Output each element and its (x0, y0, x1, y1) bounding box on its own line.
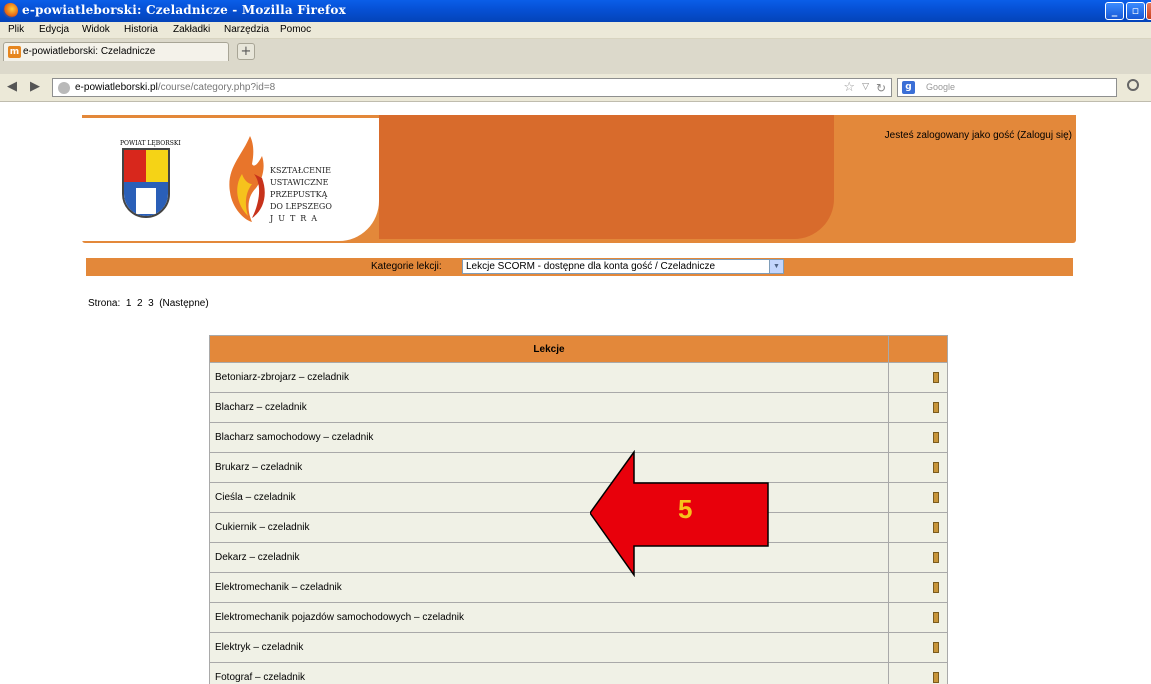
navigation-bar: ◀ ▶ e-powiatleborski.pl/course/category.… (0, 74, 1151, 102)
page-content: POWIAT LĘBORSKI KSZTAŁCENIE USTAWICZNE P… (0, 103, 1151, 684)
motto-text: KSZTAŁCENIE USTAWICZNE PRZEPUSTKĄ DO LEP… (270, 166, 332, 223)
window-title: e-powiatleborski: Czeladnicze - Mozilla … (22, 3, 346, 17)
annotation-number: 5 (678, 494, 693, 524)
reload-icon[interactable]: ↻ (876, 81, 886, 95)
table-row: Cukiernik – czeladnik (209, 512, 948, 543)
search-bar[interactable]: g Google (897, 78, 1117, 97)
category-bar: Kategorie lekcji: Lekcje SCORM - dostępn… (86, 258, 1073, 276)
page-link-2[interactable]: 2 (137, 298, 143, 309)
site-header: POWIAT LĘBORSKI KSZTAŁCENIE USTAWICZNE P… (82, 115, 1076, 243)
minimize-button[interactable]: _ (1105, 2, 1124, 20)
scorm-icon (933, 491, 939, 503)
category-label: Kategorie lekcji: (371, 261, 442, 272)
page-link-3[interactable]: 3 (148, 298, 154, 309)
scorm-icon (933, 431, 939, 443)
table-row: Betoniarz-zbrojarz – czeladnik (209, 362, 948, 393)
next-page-link[interactable]: (Następne) (159, 298, 208, 309)
search-magnifier-icon[interactable] (1127, 79, 1139, 91)
lesson-link[interactable]: Betoniarz-zbrojarz – czeladnik (209, 362, 889, 393)
pager: Strona: 1 2 3 (Następne) (88, 298, 209, 309)
back-icon[interactable]: ◀ (7, 79, 17, 94)
table-row: Cieśla – czeladnik (209, 482, 948, 513)
scorm-icon (933, 671, 939, 683)
menu-plik[interactable]: Plik (8, 24, 24, 35)
lesson-link[interactable]: Dekarz – czeladnik (209, 542, 889, 573)
table-row: Elektromechanik – czeladnik (209, 572, 948, 603)
icon-column-header (888, 335, 948, 363)
lesson-link[interactable]: Elektryk – czeladnik (209, 632, 889, 663)
flame-logo-icon (229, 136, 265, 222)
scorm-icon (933, 401, 939, 413)
tab-czeladnicze[interactable]: m e-powiatleborski: Czeladnicze (3, 42, 229, 61)
coat-of-arms-caption: POWIAT LĘBORSKI (120, 140, 181, 147)
table-row: Blacharz – czeladnik (209, 392, 948, 423)
table-row: Elektromechanik pojazdów samochodowych –… (209, 602, 948, 633)
url-text: e-powiatleborski.pl/course/category.php?… (75, 82, 276, 93)
menu-historia[interactable]: Historia (124, 24, 158, 35)
lesson-link[interactable]: Cieśla – czeladnik (209, 482, 889, 513)
table-row: Blacharz samochodowy – czeladnik (209, 422, 948, 453)
google-icon: g (902, 81, 915, 94)
lesson-link[interactable]: Blacharz – czeladnik (209, 392, 889, 423)
forward-icon[interactable]: ▶ (30, 79, 40, 94)
url-bar[interactable]: e-powiatleborski.pl/course/category.php?… (52, 78, 892, 97)
maximize-button[interactable]: ▫ (1126, 2, 1145, 20)
globe-icon (58, 82, 70, 94)
lesson-link[interactable]: Blacharz samochodowy – czeladnik (209, 422, 889, 453)
scorm-icon (933, 521, 939, 533)
table-row: Elektryk – czeladnik (209, 632, 948, 663)
header-wave (379, 115, 834, 239)
table-row: Fotograf – czeladnik (209, 662, 948, 684)
scorm-icon (933, 611, 939, 623)
lesson-link[interactable]: Fotograf – czeladnik (209, 662, 889, 684)
lesson-link[interactable]: Cukiernik – czeladnik (209, 512, 889, 543)
page-link-1[interactable]: 1 (126, 298, 132, 309)
menu-zakladki[interactable]: Zakładki (173, 24, 210, 35)
scorm-icon (933, 581, 939, 593)
tab-label: e-powiatleborski: Czeladnicze (23, 46, 156, 57)
scorm-icon (933, 641, 939, 653)
tab-strip: m e-powiatleborski: Czeladnicze + (0, 39, 1151, 74)
lesson-link[interactable]: Elektromechanik – czeladnik (209, 572, 889, 603)
logo-panel: POWIAT LĘBORSKI KSZTAŁCENIE USTAWICZNE P… (82, 118, 379, 241)
lesson-link[interactable]: Elektromechanik pojazdów samochodowych –… (209, 602, 889, 633)
coat-of-arms-icon (122, 148, 170, 218)
table-row: Dekarz – czeladnik (209, 542, 948, 573)
window-title-bar: e-powiatleborski: Czeladnicze - Mozilla … (0, 0, 1151, 22)
menu-widok[interactable]: Widok (82, 24, 110, 35)
lesson-link[interactable]: Brukarz – czeladnik (209, 452, 889, 483)
lessons-header: Lekcje (209, 335, 889, 363)
firefox-icon (3, 3, 18, 18)
scorm-icon (933, 461, 939, 473)
menu-bar: Plik Edycja Widok Historia Zakładki Narz… (0, 22, 1151, 39)
history-dropdown-icon[interactable]: ▽ (862, 82, 869, 92)
chevron-down-icon[interactable]: ▼ (769, 260, 783, 273)
bookmark-star-icon[interactable]: ☆ (843, 80, 855, 95)
new-tab-button[interactable]: + (237, 43, 255, 60)
search-placeholder: Google (926, 82, 956, 92)
category-select[interactable]: Lekcje SCORM - dostępne dla konta gość /… (462, 259, 784, 274)
menu-edycja[interactable]: Edycja (39, 24, 69, 35)
scorm-icon (933, 551, 939, 563)
login-info[interactable]: Jesteś zalogowany jako gość (Zaloguj się… (885, 130, 1072, 141)
pager-label: Strona: (88, 298, 121, 309)
close-button[interactable]: x (1146, 2, 1151, 20)
menu-narzedzia[interactable]: Narzędzia (224, 24, 269, 35)
scorm-icon (933, 371, 939, 383)
table-row: Brukarz – czeladnik (209, 452, 948, 483)
moodle-favicon-icon: m (8, 46, 21, 58)
lessons-table: Lekcje Betoniarz-zbrojarz – czeladnik Bl… (209, 335, 948, 684)
menu-pomoc[interactable]: Pomoc (280, 24, 311, 35)
